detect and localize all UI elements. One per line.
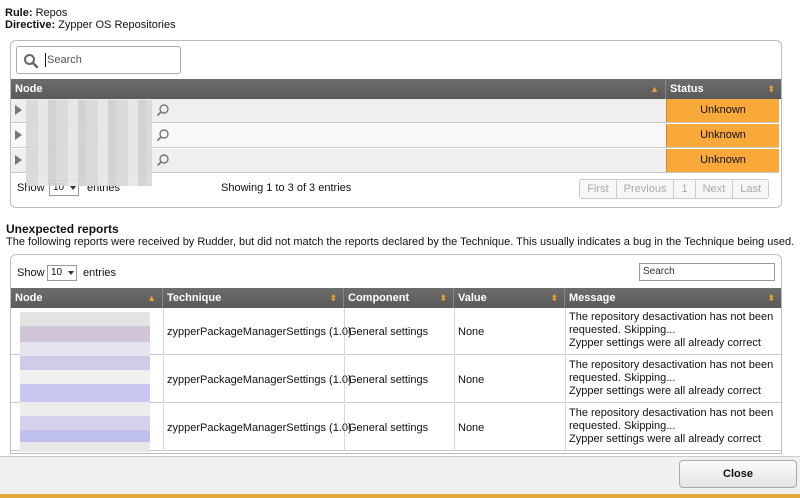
value-cell: None (458, 325, 485, 338)
message-line: requested. Skipping... (569, 372, 676, 384)
sort-both-icon: ⬍ (550, 293, 558, 303)
column-header-component-label: Component (348, 292, 410, 304)
message-line: The repository desactivation has not bee… (569, 359, 774, 371)
sort-asc-icon: ▲ (147, 293, 156, 303)
pager-first-button[interactable]: First (580, 180, 617, 198)
sort-both-icon: ⬍ (767, 293, 775, 303)
expand-arrow-icon[interactable] (15, 105, 22, 115)
redacted-node-names (26, 100, 152, 186)
show-label: Show (17, 267, 45, 279)
column-header-node[interactable]: Node ▲ (11, 79, 666, 99)
message-line: Zypper settings were all already correct (569, 337, 761, 349)
reports-table-header: Node ▲ Technique ⬍ Component ⬍ Value ⬍ M… (11, 288, 781, 308)
message-line: The repository desactivation has not bee… (569, 311, 774, 323)
component-cell: General settings (348, 373, 429, 386)
message-line: requested. Skipping... (569, 420, 676, 432)
column-header-technique-label: Technique (167, 292, 222, 304)
technique-cell: zypperPackageManagerSettings (1.0) (167, 421, 352, 434)
pager-page-button[interactable]: 1 (674, 180, 696, 198)
close-button[interactable]: Close (679, 460, 797, 488)
column-header-node[interactable]: Node ▲ (11, 288, 163, 308)
text-cursor (45, 53, 46, 67)
pager-previous-button[interactable]: Previous (616, 180, 675, 198)
column-header-technique[interactable]: Technique ⬍ (163, 288, 344, 308)
nodes-search-input[interactable]: Search (16, 46, 181, 74)
search-icon[interactable] (156, 153, 170, 167)
search-placeholder: Search (643, 266, 675, 277)
pager-last-button[interactable]: Last (733, 180, 768, 198)
column-header-message[interactable]: Message ⬍ (565, 288, 781, 308)
value-cell: None (458, 373, 485, 386)
column-header-value-label: Value (458, 292, 487, 304)
column-header-component[interactable]: Component ⬍ (344, 288, 454, 308)
section-title: Unexpected reports (6, 222, 119, 236)
message-cell: The repository desactivation has not bee… (565, 404, 773, 451)
pagination: First Previous 1 Next Last (579, 179, 769, 199)
column-header-node-label: Node (15, 83, 43, 95)
chevron-down-icon (70, 186, 76, 190)
message-cell: The repository desactivation has not bee… (565, 356, 773, 403)
status-badge: Unknown (666, 124, 779, 147)
section-description: The following reports were received by R… (6, 236, 795, 248)
reports-search-input[interactable]: Search (639, 263, 775, 281)
table-info: Showing 1 to 3 of 3 entries (221, 182, 352, 194)
search-icon (24, 54, 39, 69)
message-line: requested. Skipping... (569, 324, 676, 336)
directive-name: Zypper OS Repositories (58, 19, 176, 31)
column-header-value[interactable]: Value ⬍ (454, 288, 565, 308)
column-header-status[interactable]: Status ⬍ (666, 79, 781, 99)
column-header-status-label: Status (670, 83, 704, 95)
status-badge: Unknown (666, 149, 779, 172)
column-header-node-label: Node (15, 292, 43, 304)
entries-label: entries (83, 267, 117, 279)
search-icon[interactable] (156, 103, 170, 117)
chevron-down-icon (68, 271, 74, 275)
sort-both-icon: ⬍ (439, 293, 447, 303)
pager-next-button[interactable]: Next (695, 180, 734, 198)
sort-both-icon: ⬍ (329, 293, 337, 303)
column-header-message-label: Message (569, 292, 616, 304)
expand-arrow-icon[interactable] (15, 155, 22, 165)
component-cell: General settings (348, 325, 429, 338)
message-cell: The repository desactivation has not bee… (565, 308, 773, 355)
page-size-select[interactable]: 10 (47, 265, 77, 281)
sort-asc-icon: ▲ (650, 84, 659, 94)
expand-arrow-icon[interactable] (15, 130, 22, 140)
value-cell: None (458, 421, 485, 434)
directive-line: Directive: Zypper OS Repositories (5, 18, 176, 32)
search-icon[interactable] (156, 128, 170, 142)
component-cell: General settings (348, 421, 429, 434)
technique-cell: zypperPackageManagerSettings (1.0) (167, 373, 352, 386)
nodes-table-header: Node ▲ Status ⬍ (11, 79, 781, 99)
directive-label: Directive: (5, 19, 56, 31)
redacted-node-names (20, 312, 150, 452)
status-badge: Unknown (666, 99, 779, 122)
message-line: The repository desactivation has not bee… (569, 407, 774, 419)
message-line: Zypper settings were all already correct (569, 385, 761, 397)
search-placeholder: Search (47, 54, 82, 66)
message-line: Zypper settings were all already correct (569, 433, 761, 445)
page-size-value: 10 (51, 267, 63, 278)
technique-cell: zypperPackageManagerSettings (1.0) (167, 325, 352, 338)
accent-bar (0, 494, 800, 498)
sort-both-icon: ⬍ (767, 84, 775, 94)
